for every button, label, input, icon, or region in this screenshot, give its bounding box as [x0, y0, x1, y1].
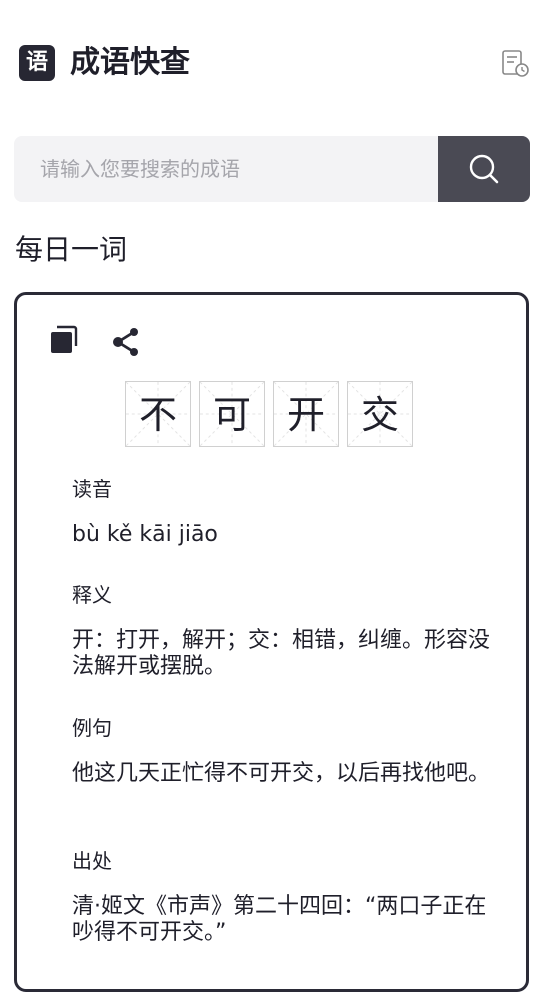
pronunciation-value: bù kě kāi jiāo	[72, 522, 218, 547]
share-icon[interactable]	[111, 326, 141, 358]
idiom-char: 交	[360, 393, 399, 437]
idiom-char: 可	[212, 393, 251, 437]
idiom-char: 开	[286, 393, 325, 437]
idiom-char-box: 交	[347, 381, 413, 447]
idiom-char-box: 不	[125, 381, 191, 447]
idiom-char-box: 开	[273, 381, 339, 447]
daily-idiom-card: 不 可 开 交 读音 bù kě kāi jiāo 释义 开：打开，解开；交：相…	[14, 292, 529, 992]
idiom-characters: 不 可 开 交	[125, 381, 413, 449]
example-label: 例句	[72, 716, 112, 740]
idiom-char: 不	[138, 393, 177, 437]
history-icon[interactable]	[500, 48, 530, 78]
search-button[interactable]	[438, 136, 530, 202]
app-title: 成语快查	[70, 45, 190, 80]
section-title-daily: 每日一词	[15, 233, 128, 266]
pronunciation-label: 读音	[72, 477, 112, 501]
idiom-char-box: 可	[199, 381, 265, 447]
search-bar	[14, 136, 530, 202]
app-header: 语 成语快查	[19, 44, 530, 82]
example-value: 他这几天正忙得不可开交，以后再找他吧。	[72, 761, 491, 786]
meaning-label: 释义	[72, 583, 112, 607]
copy-icon[interactable]	[49, 324, 79, 356]
meaning-value: 开：打开，解开；交：相错，纠缠。形容没法解开或摆脱。	[72, 628, 491, 679]
source-label: 出处	[72, 849, 112, 873]
search-icon	[469, 154, 499, 184]
app-logo: 语	[19, 45, 55, 81]
source-value: 清·姬文《市声》第二十四回：“两口子正在吵得不可开交。”	[72, 894, 487, 945]
search-input[interactable]	[14, 136, 437, 202]
